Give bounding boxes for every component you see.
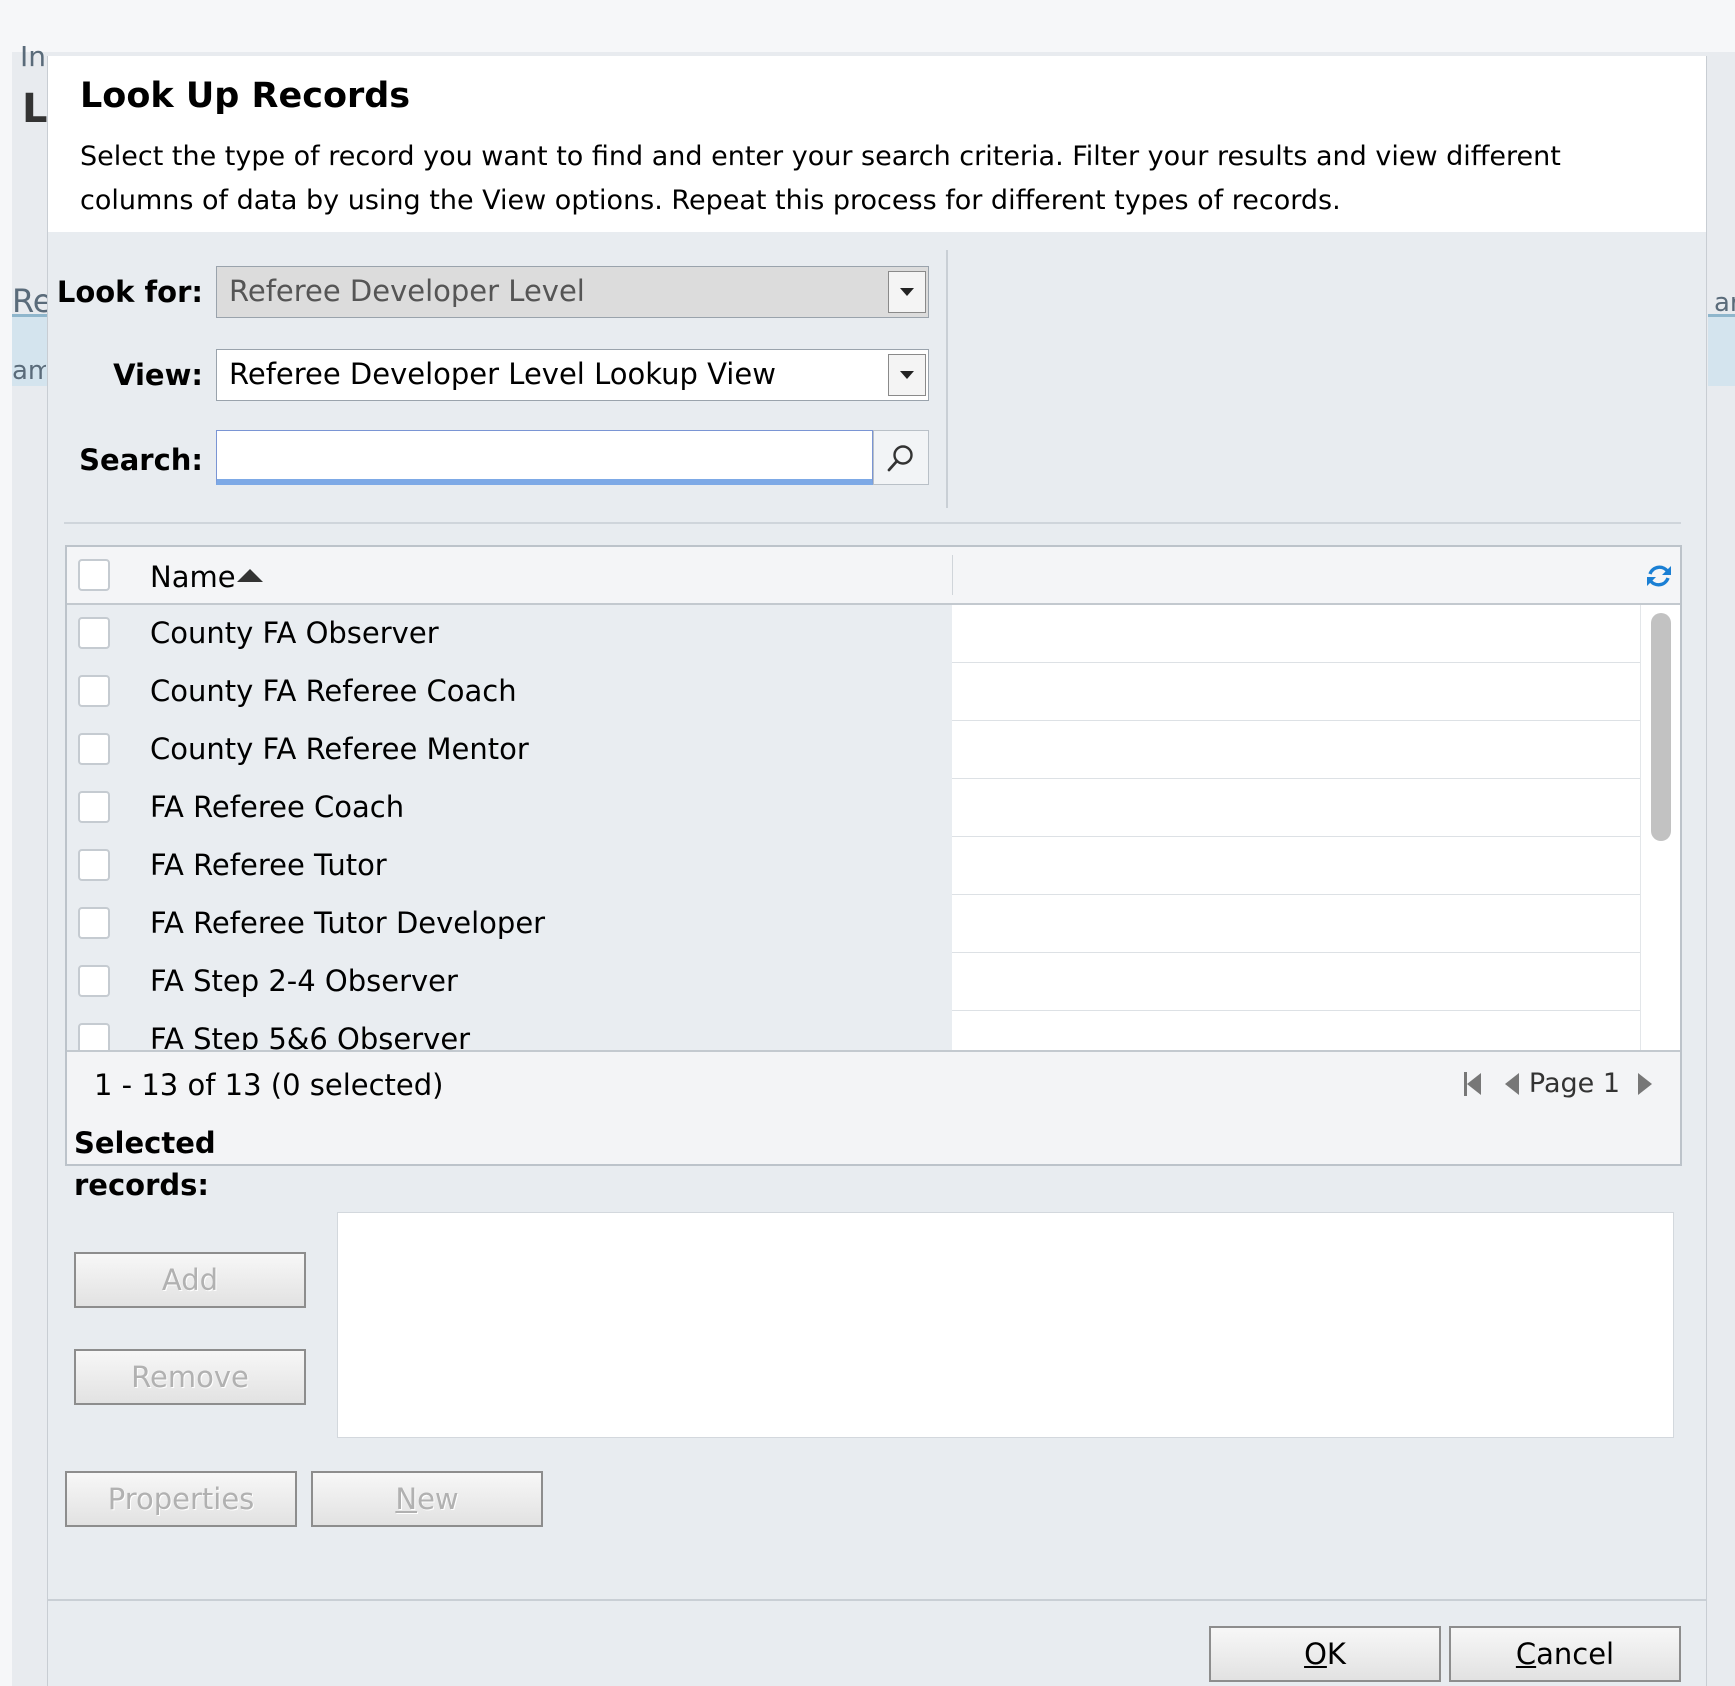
table-row[interactable]: FA Step 5&6 Observer [67, 1011, 1642, 1050]
selected-records-label: Selected records: [74, 1122, 216, 1206]
add-button-label: Add [161, 1263, 219, 1297]
grid-footer: 1 - 13 of 13 (0 selected) Page 1 [67, 1050, 1680, 1164]
table-row[interactable]: FA Referee Coach [67, 779, 1642, 837]
footer-divider [48, 1599, 1706, 1601]
search-input[interactable] [216, 430, 873, 485]
chevron-down-icon [900, 288, 914, 296]
table-row[interactable]: County FA Observer [67, 605, 1642, 663]
refresh-icon[interactable] [1644, 561, 1674, 591]
row-checkbox[interactable] [78, 965, 110, 997]
search-button[interactable] [873, 430, 929, 485]
grid-header: Name [67, 547, 1680, 605]
view-value: Referee Developer Level Lookup View [229, 357, 776, 391]
cancel-button-label: Cancel [1515, 1637, 1615, 1671]
add-button[interactable]: Add [74, 1252, 306, 1308]
row-checkbox[interactable] [78, 675, 110, 707]
row-checkbox[interactable] [78, 791, 110, 823]
new-button[interactable]: New [311, 1471, 543, 1527]
selected-records-label-line2: records: [74, 1168, 210, 1202]
select-all-checkbox[interactable] [78, 559, 110, 591]
view-label: View: [113, 358, 203, 392]
look-for-label: Look for: [56, 275, 203, 309]
table-row[interactable]: FA Step 2-4 Observer [67, 953, 1642, 1011]
properties-button-label: Properties [107, 1482, 255, 1516]
row-name[interactable]: County FA Referee Mentor [150, 732, 529, 766]
view-select[interactable]: Referee Developer Level Lookup View [216, 349, 929, 401]
new-button-label: New [395, 1482, 459, 1516]
column-divider [952, 555, 953, 595]
vertical-divider [946, 250, 948, 508]
remove-button[interactable]: Remove [74, 1349, 306, 1405]
dialog-header: Look Up Records Select the type of recor… [48, 56, 1706, 232]
look-for-dropdown-button[interactable] [888, 271, 926, 313]
dialog-title: Look Up Records [80, 76, 411, 116]
grid-scrollbar[interactable] [1640, 605, 1680, 1050]
remove-button-label: Remove [131, 1360, 249, 1394]
table-row[interactable]: FA Referee Tutor Developer [67, 895, 1642, 953]
first-page-icon[interactable] [1463, 1071, 1481, 1096]
row-name[interactable]: FA Step 5&6 Observer [150, 1022, 470, 1050]
ok-button-label: OK [1304, 1637, 1346, 1671]
column-header-name[interactable]: Name [150, 560, 236, 594]
grid-rows: County FA Observer County FA Referee Coa… [67, 605, 1642, 1050]
look-for-select[interactable]: Referee Developer Level [216, 266, 929, 318]
row-name[interactable]: FA Referee Tutor [150, 848, 387, 882]
horizontal-divider [64, 522, 1681, 524]
scroll-thumb[interactable] [1651, 613, 1671, 841]
pager: Page 1 [1463, 1068, 1652, 1099]
row-name[interactable]: County FA Referee Coach [150, 674, 517, 708]
previous-page-icon[interactable] [1504, 1072, 1519, 1095]
row-checkbox[interactable] [78, 617, 110, 649]
row-checkbox[interactable] [78, 849, 110, 881]
record-count: 1 - 13 of 13 (0 selected) [94, 1068, 444, 1102]
search-label: Search: [79, 443, 203, 477]
table-row[interactable]: County FA Referee Coach [67, 663, 1642, 721]
page-label: Page 1 [1528, 1068, 1620, 1099]
ok-button[interactable]: OK [1209, 1626, 1441, 1682]
row-checkbox[interactable] [78, 1023, 110, 1050]
dialog-description: Select the type of record you want to fi… [80, 141, 1561, 216]
look-for-value: Referee Developer Level [229, 274, 585, 308]
row-name[interactable]: FA Step 2-4 Observer [150, 964, 458, 998]
next-page-icon[interactable] [1638, 1072, 1652, 1095]
background-page-heading: Individual [20, 40, 47, 73]
table-row[interactable]: County FA Referee Mentor [67, 721, 1642, 779]
table-row[interactable]: FA Referee Tutor [67, 837, 1642, 895]
row-checkbox[interactable] [78, 733, 110, 765]
results-grid: Name County FA Observer County FA Refere… [65, 545, 1682, 1166]
sort-ascending-icon [237, 569, 263, 582]
lookup-dialog: Look Up Records Select the type of recor… [47, 56, 1707, 1686]
search-icon [887, 444, 913, 471]
background-tab-band-right [1708, 314, 1735, 386]
cancel-button[interactable]: Cancel [1449, 1626, 1681, 1682]
row-name[interactable]: FA Referee Coach [150, 790, 404, 824]
properties-button[interactable]: Properties [65, 1471, 297, 1527]
selected-records-list[interactable] [337, 1212, 1674, 1438]
row-name[interactable]: FA Referee Tutor Developer [150, 906, 545, 940]
chevron-down-icon [900, 371, 914, 379]
row-name[interactable]: County FA Observer [150, 616, 439, 650]
selected-records-label-line1: Selected [74, 1126, 216, 1160]
view-dropdown-button[interactable] [888, 354, 926, 396]
row-checkbox[interactable] [78, 907, 110, 939]
background-tab-label-right: ar [1714, 288, 1735, 318]
